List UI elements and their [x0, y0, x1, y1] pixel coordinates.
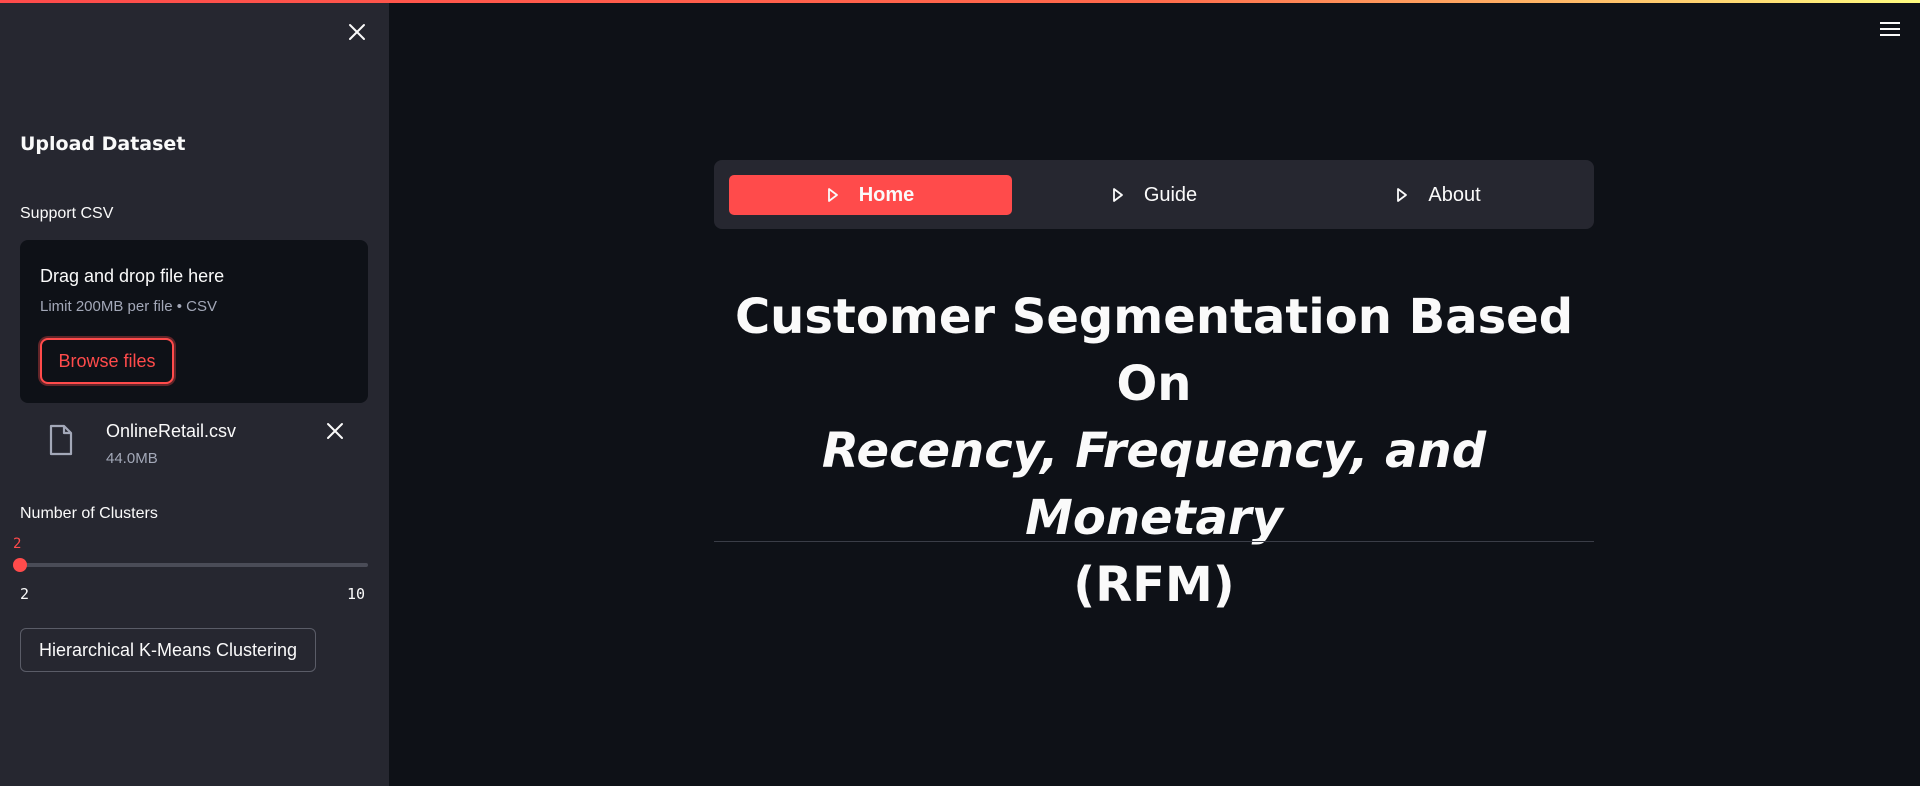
- hamburger-icon: [1880, 22, 1900, 24]
- nav-item-label: About: [1428, 183, 1481, 206]
- remove-file-button[interactable]: [324, 420, 346, 442]
- uploaded-file-item: OnlineRetail.csv 44.0MB: [20, 410, 368, 470]
- slider-track[interactable]: [20, 563, 368, 567]
- horizontal-divider: [714, 541, 1594, 542]
- title-line-3: (RFM): [1073, 557, 1235, 613]
- close-icon: [349, 24, 365, 40]
- top-navigation: Home Guide About: [714, 160, 1594, 229]
- title-line-1: Customer Segmentation Based On: [734, 289, 1574, 412]
- main-menu-button[interactable]: [1880, 22, 1902, 40]
- close-sidebar-button[interactable]: [345, 20, 369, 44]
- sidebar-heading: Upload Dataset: [20, 133, 186, 155]
- sidebar: Upload Dataset Support CSV Drag and drop…: [0, 0, 389, 786]
- hierarchical-kmeans-button[interactable]: Hierarchical K-Means Clustering: [20, 628, 316, 672]
- nav-item-label: Guide: [1143, 183, 1198, 206]
- dropzone-limit-text: Limit 200MB per file • CSV: [40, 298, 217, 315]
- dropzone-title: Drag and drop file here: [40, 266, 225, 286]
- top-decoration-bar: [0, 0, 1920, 3]
- page-title: Customer Segmentation Based On Recency, …: [714, 284, 1594, 619]
- slider-min-label: 2: [20, 585, 30, 603]
- close-icon: [327, 423, 343, 439]
- nav-item-about[interactable]: About: [1297, 175, 1580, 215]
- slider-thumb[interactable]: [13, 558, 27, 572]
- hamburger-icon-line: [1880, 28, 1900, 30]
- slider-max-label: 10: [347, 585, 366, 603]
- file-dropzone[interactable]: Drag and drop file here Limit 200MB per …: [20, 240, 368, 403]
- play-icon: [827, 188, 838, 202]
- file-icon: [49, 424, 73, 456]
- nav-item-guide[interactable]: Guide: [1013, 175, 1296, 215]
- nav-item-home[interactable]: Home: [729, 175, 1012, 215]
- hamburger-icon-line: [1880, 34, 1900, 36]
- title-line-2: Recency, Frequency, and Monetary: [821, 423, 1487, 546]
- file-size: 44.0MB: [106, 450, 158, 467]
- slider-current-value: 2: [13, 536, 22, 552]
- file-name: OnlineRetail.csv: [106, 421, 237, 441]
- slider-label: Number of Clusters: [20, 505, 158, 522]
- play-icon: [1397, 188, 1408, 202]
- play-icon: [1112, 188, 1123, 202]
- nav-item-label: Home: [858, 183, 915, 206]
- browse-files-button[interactable]: Browse files: [40, 338, 174, 384]
- uploader-label: Support CSV: [20, 205, 114, 222]
